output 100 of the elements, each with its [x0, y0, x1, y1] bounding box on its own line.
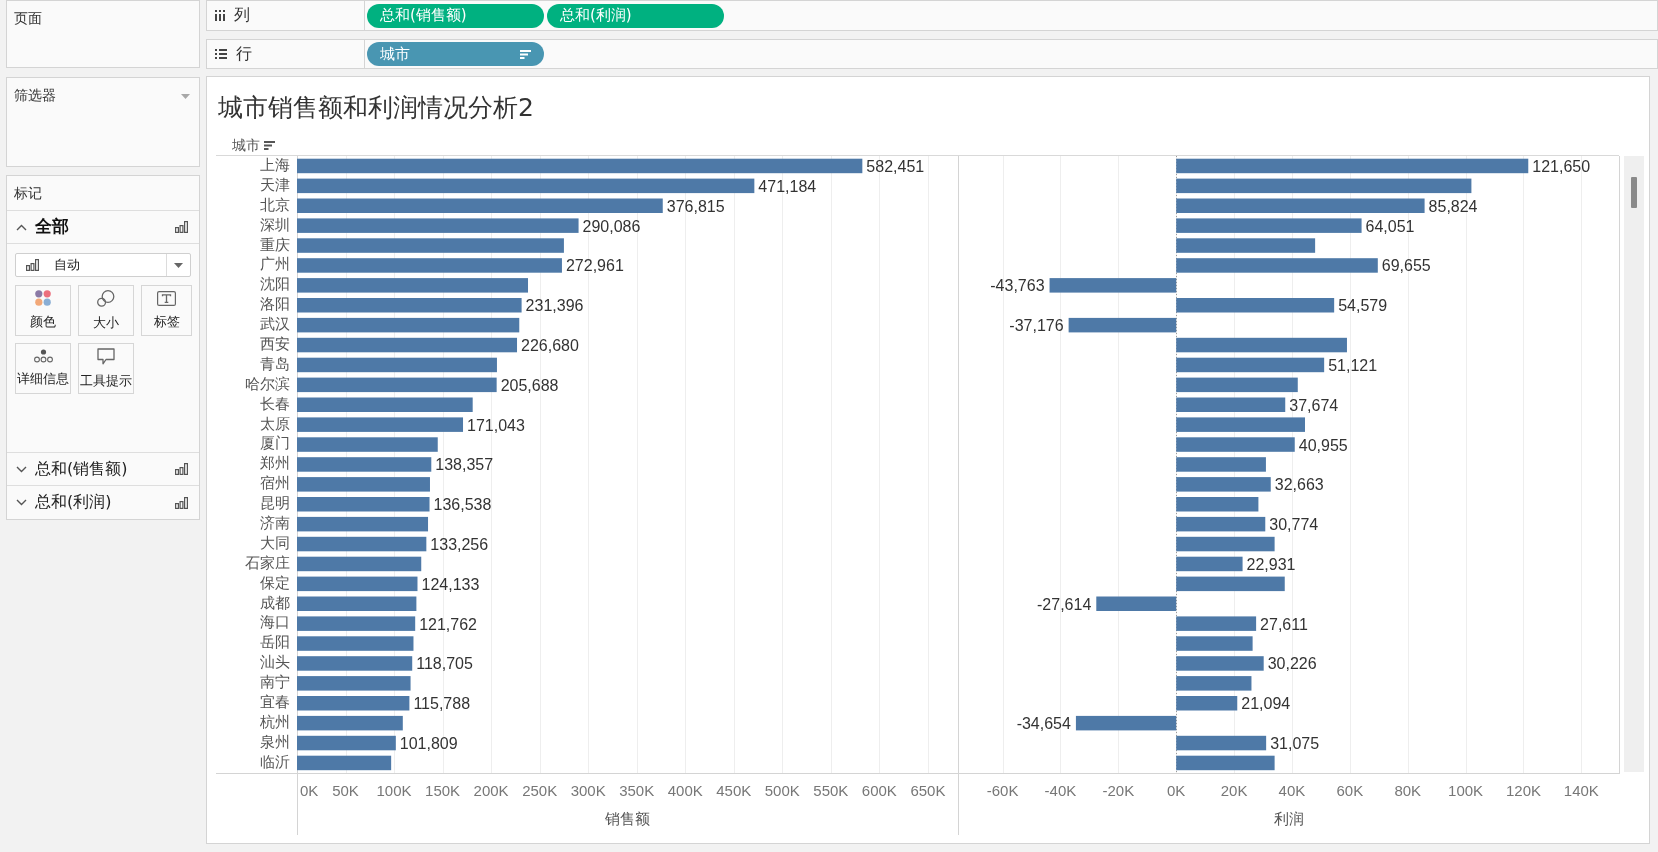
- speech-bubble-icon: [97, 347, 115, 365]
- value-label: 471,184: [758, 177, 817, 195]
- axis-tick-label: 250K: [522, 781, 558, 799]
- row-label: 上海: [260, 156, 291, 175]
- row-label: 沈阳: [260, 275, 291, 295]
- row-label: 太原: [260, 414, 291, 434]
- shelf-label: 列: [234, 5, 250, 26]
- panel-title: 页面: [14, 10, 42, 28]
- row-label: 洛阳: [260, 295, 291, 315]
- value-label: 27,611: [1260, 615, 1308, 633]
- row-label: 临沂: [260, 752, 291, 772]
- row-label: 厦门: [260, 434, 291, 454]
- value-label: -34,654: [1016, 715, 1071, 733]
- axis-tick-label: 50K: [332, 781, 359, 799]
- row-label: 宜春: [260, 693, 291, 713]
- value-label: 64,051: [1365, 217, 1415, 235]
- value-label: 205,688: [500, 376, 559, 394]
- panel-title: 标记: [7, 176, 199, 211]
- value-label: 376,815: [666, 197, 725, 215]
- axis-tick-label: 550K: [813, 781, 849, 799]
- axis-tick-label: 140K: [1563, 781, 1599, 799]
- marks-card-header[interactable]: 全部: [7, 211, 199, 244]
- axis-tick-label: -20K: [1102, 781, 1135, 799]
- value-label: 30,226: [1267, 655, 1317, 673]
- bar: [1176, 556, 1243, 572]
- row-label: 宿州: [260, 474, 291, 494]
- value-label: 69,655: [1381, 257, 1431, 275]
- four-dots-icon: [35, 290, 51, 306]
- row-label: 武汉: [260, 315, 291, 335]
- axis-tick-label: 450K: [716, 781, 752, 799]
- value-label: 32,663: [1274, 476, 1324, 494]
- row-label: 北京: [260, 195, 291, 215]
- color-button[interactable]: 颜色: [15, 285, 71, 336]
- row-label: 天津: [260, 175, 291, 195]
- value-label: 136,538: [433, 496, 492, 514]
- caret-icon: [174, 262, 183, 268]
- text-icon: [157, 290, 176, 306]
- row-label: 汕头: [260, 653, 291, 673]
- label-button[interactable]: 标签: [141, 285, 192, 336]
- axis-tick-label: 100K: [1448, 781, 1484, 799]
- shelf-label: 行: [236, 43, 252, 65]
- row-label: 泉州: [260, 732, 291, 752]
- bar: [1176, 696, 1238, 711]
- columns-icon: [215, 10, 225, 21]
- marks-card-header[interactable]: 总和(利润): [7, 486, 199, 519]
- value-label: 37,674: [1289, 396, 1339, 414]
- value-label: 101,809: [399, 735, 458, 753]
- axis-tick-label: 650K: [910, 781, 946, 799]
- tooltip-button[interactable]: 工具提示: [78, 343, 134, 394]
- row-label: 深圳: [260, 215, 291, 235]
- axis-tick-label: 60K: [1336, 781, 1364, 799]
- row-label: 长春: [260, 394, 291, 414]
- row-label: 西安: [260, 335, 291, 354]
- axis-tick-label: -40K: [1044, 781, 1077, 799]
- view-title: 城市销售额和利润情况分析2: [218, 93, 534, 123]
- value-label: -37,176: [1009, 317, 1064, 335]
- axis-tick-label: 500K: [764, 781, 800, 799]
- row-label: 大同: [260, 533, 291, 553]
- row-label: 青岛: [260, 354, 291, 374]
- value-label: 582,451: [866, 157, 925, 175]
- mark-type-dropdown[interactable]: 自动: [15, 253, 191, 277]
- list-icon: [215, 49, 227, 59]
- axis-tick-label: 600K: [861, 781, 897, 799]
- bar-chart-icon: [26, 259, 39, 271]
- value-label: 22,931: [1246, 555, 1296, 573]
- row-label: 杭州: [260, 712, 291, 732]
- axis-tick-label: 150K: [425, 781, 461, 799]
- value-label: 85,824: [1428, 197, 1478, 215]
- axis-tick-label: 80K: [1394, 781, 1422, 799]
- axis-tick-label: 350K: [619, 781, 655, 799]
- panel-title: 筛选器: [14, 87, 56, 105]
- axis-tick-label: 400K: [667, 781, 703, 799]
- value-label: 138,357: [435, 456, 494, 474]
- row-label: 昆明: [260, 494, 291, 514]
- value-label: 226,680: [521, 337, 579, 355]
- axis-title: 利润: [1273, 811, 1304, 827]
- marks-card-header[interactable]: 总和(销售额): [7, 453, 199, 486]
- scrollbar-thumb[interactable]: [1631, 177, 1637, 208]
- bar-chart-icon: [175, 221, 188, 233]
- row-label: 保定: [260, 573, 291, 593]
- caret-icon[interactable]: [181, 93, 190, 99]
- bar-chart-icon: [175, 463, 188, 475]
- scrollbar[interactable]: [1624, 156, 1644, 772]
- row-label: 南宁: [260, 673, 291, 693]
- detail-button[interactable]: 详细信息: [15, 343, 71, 394]
- value-label: -43,763: [990, 277, 1045, 295]
- row-label: 石家庄: [245, 553, 291, 573]
- row-label: 济南: [260, 514, 291, 534]
- axis-tick-label: 100K: [376, 781, 412, 799]
- row-label: 重庆: [260, 235, 291, 255]
- row-label: 海口: [260, 613, 291, 633]
- value-label: 31,075: [1270, 735, 1320, 753]
- circles-icon: [97, 289, 115, 307]
- size-button[interactable]: 大小: [78, 285, 134, 336]
- value-label: 54,579: [1338, 297, 1388, 315]
- axis-tick-label: 0K: [1167, 781, 1186, 799]
- axis-tick-label: 0K: [300, 781, 319, 799]
- axis-tick-label: 200K: [473, 781, 509, 799]
- value-label: 30,774: [1269, 516, 1319, 534]
- axis-tick-label: 40K: [1278, 781, 1306, 799]
